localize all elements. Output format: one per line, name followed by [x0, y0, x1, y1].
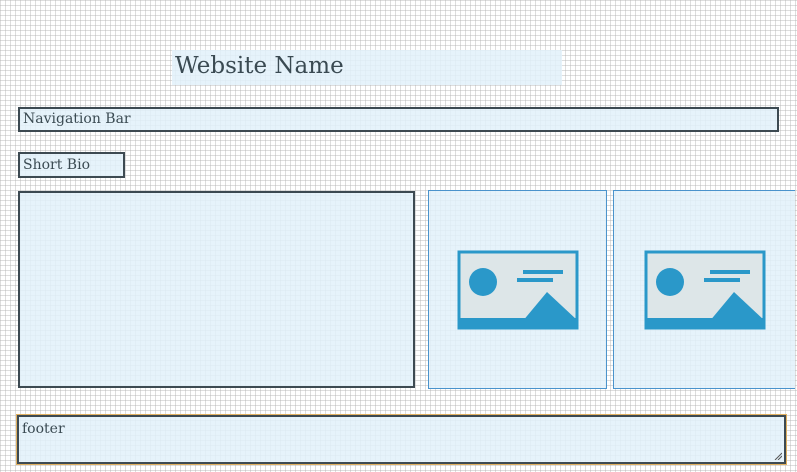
footer-label: footer	[22, 421, 65, 437]
navigation-bar[interactable]: Navigation Bar	[18, 107, 779, 132]
image-placeholder-icon	[457, 250, 578, 329]
image-panel-2[interactable]	[613, 190, 795, 389]
footer-textarea[interactable]: footer	[17, 415, 786, 464]
site-title: Website Name	[172, 50, 562, 85]
image-placeholder-icon	[644, 250, 765, 329]
image-panel-1[interactable]	[428, 190, 607, 389]
bio-content-box	[18, 191, 415, 388]
resize-handle-icon[interactable]	[774, 452, 782, 460]
short-bio-label: Short Bio	[18, 152, 125, 178]
